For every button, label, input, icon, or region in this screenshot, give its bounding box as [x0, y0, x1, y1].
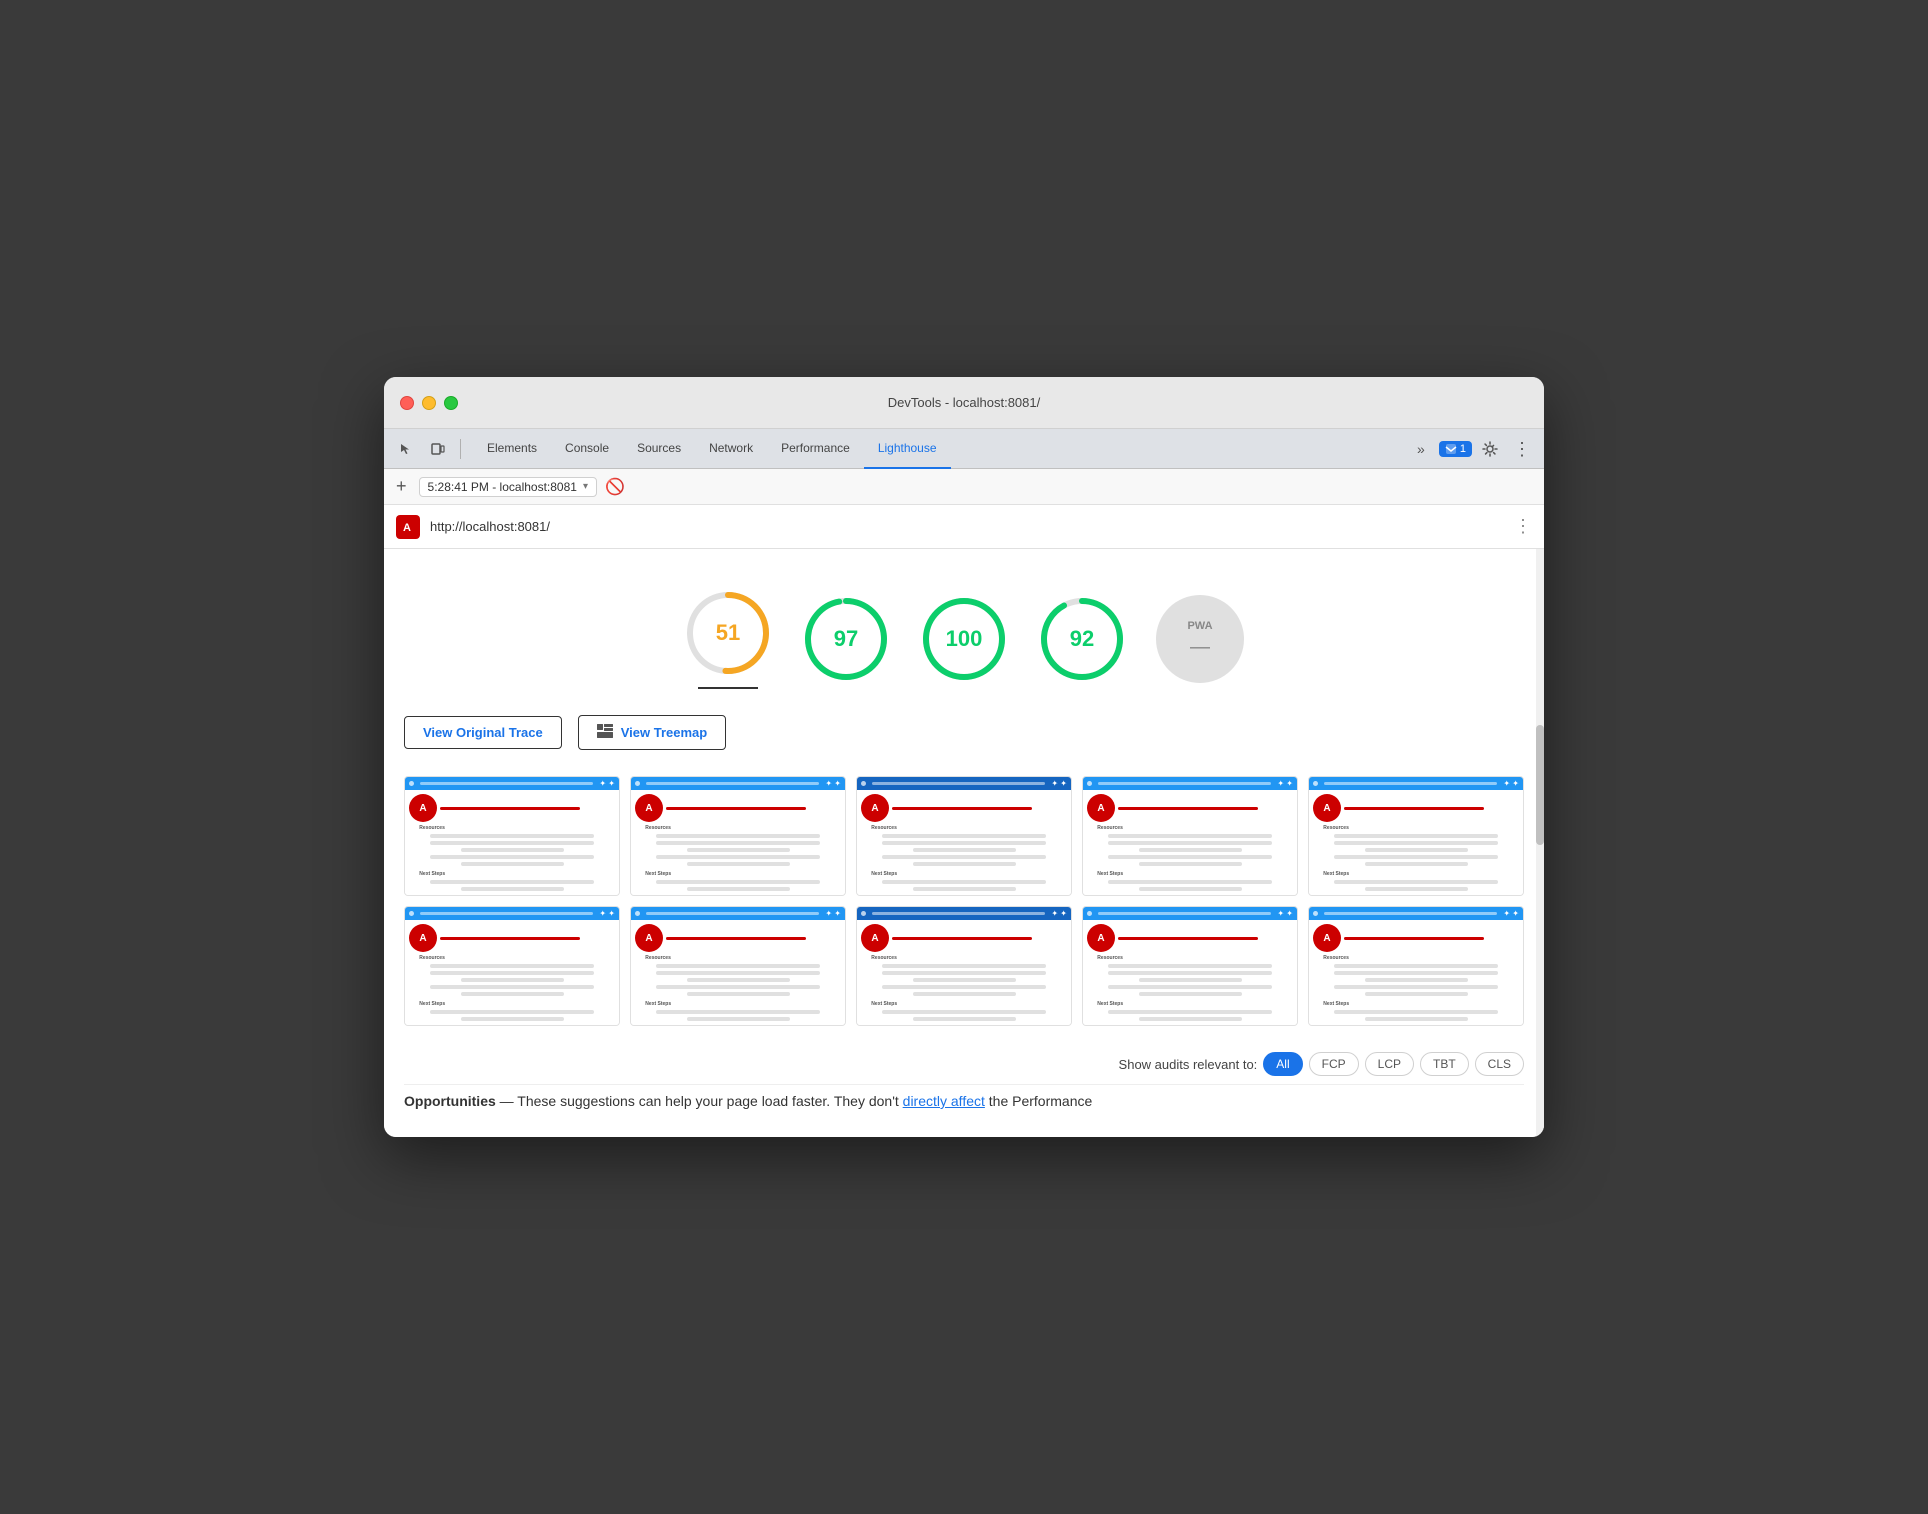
tab-console[interactable]: Console [551, 429, 623, 469]
screenshot-thumb-6: ✦ ✦ A Resources Next Steps [404, 906, 620, 1026]
tab-network[interactable]: Network [695, 429, 767, 469]
url-more-icon[interactable]: ⋮ [1514, 516, 1532, 537]
filter-cls-button[interactable]: CLS [1475, 1052, 1524, 1076]
devtools-tab-bar: Elements Console Sources Network Perform… [384, 429, 1544, 469]
score-pwa: PWA — [1156, 595, 1244, 683]
view-treemap-button[interactable]: View Treemap [578, 715, 726, 750]
notification-badge[interactable]: 1 [1439, 441, 1472, 457]
scores-row: 51 97 [404, 569, 1524, 699]
screenshot-thumb-10: ✦ ✦ A Resources Next Steps [1308, 906, 1524, 1026]
devtools-window: DevTools - localhost:8081/ Elements Cons… [384, 377, 1544, 1137]
add-tab-icon[interactable]: + [392, 476, 411, 497]
score-value-92: 92 [1070, 626, 1094, 652]
filter-all-button[interactable]: All [1263, 1052, 1302, 1076]
score-value-97: 97 [834, 626, 858, 652]
action-buttons-row: View Original Trace View Treemap [404, 699, 1524, 766]
screenshot-thumb-8: ✦ ✦ A Resources Next Steps [856, 906, 1072, 1026]
devtools-secondary-bar: + 5:28:41 PM - localhost:8081 ▾ 🚫 [384, 469, 1544, 505]
pwa-dash: — [1190, 636, 1210, 659]
opportunities-title: Opportunities — These suggestions can he… [404, 1093, 1524, 1109]
view-trace-button[interactable]: View Original Trace [404, 716, 562, 749]
pwa-label: PWA [1187, 620, 1212, 632]
scrollbar-thumb[interactable] [1536, 725, 1544, 845]
tab-lighthouse[interactable]: Lighthouse [864, 429, 951, 469]
device-toggle-icon[interactable] [424, 435, 452, 463]
url-bar: A http://localhost:8081/ ⋮ [384, 505, 1544, 549]
minimize-button[interactable] [422, 396, 436, 410]
close-button[interactable] [400, 396, 414, 410]
settings-icon[interactable] [1476, 435, 1504, 463]
block-icon[interactable]: 🚫 [605, 477, 625, 497]
score-value-100: 100 [946, 626, 983, 652]
score-value-51: 51 [716, 620, 740, 646]
score-circle-92: 92 [1038, 595, 1126, 683]
screenshot-thumb-2: ✦ ✦ A Resources Next Steps [630, 776, 846, 896]
score-seo: 92 [1038, 595, 1126, 683]
tab-elements[interactable]: Elements [473, 429, 551, 469]
url-dropdown-arrow: ▾ [583, 481, 588, 492]
score-underline [698, 687, 758, 689]
more-options-icon[interactable]: ⋮ [1508, 435, 1536, 463]
more-tabs-icon[interactable]: » [1407, 435, 1435, 463]
score-circle-97: 97 [802, 595, 890, 683]
filter-fcp-button[interactable]: FCP [1309, 1052, 1359, 1076]
score-best-practices: 100 [920, 595, 1008, 683]
directly-affect-link[interactable]: directly affect [903, 1093, 985, 1109]
scrollbar-track [1536, 549, 1544, 1137]
pwa-circle: PWA — [1156, 595, 1244, 683]
score-performance: 51 [684, 589, 772, 689]
screenshot-thumb-7: ✦ ✦ A Resources Next Steps [630, 906, 846, 1026]
tab-performance[interactable]: Performance [767, 429, 864, 469]
tab-divider [460, 439, 461, 459]
audits-filter-label: Show audits relevant to: [1119, 1057, 1258, 1072]
site-favicon: A [396, 515, 420, 539]
main-content: 51 97 [384, 549, 1544, 1137]
screenshot-thumb-1: ✦ ✦ A Resources Next Steps [404, 776, 620, 896]
maximize-button[interactable] [444, 396, 458, 410]
score-circle-51: 51 [684, 589, 772, 677]
opportunities-section: Opportunities — These suggestions can he… [404, 1084, 1524, 1117]
svg-text:A: A [403, 522, 411, 534]
screenshot-thumb-4: ✦ ✦ A Resources Next Steps [1082, 776, 1298, 896]
tab-sources[interactable]: Sources [623, 429, 695, 469]
pointer-icon[interactable] [392, 435, 420, 463]
score-accessibility: 97 [802, 595, 890, 683]
tabs-right-actions: » 1 ⋮ [1407, 435, 1536, 463]
window-title: DevTools - localhost:8081/ [888, 395, 1040, 410]
title-bar: DevTools - localhost:8081/ [384, 377, 1544, 429]
score-circle-100: 100 [920, 595, 1008, 683]
screenshot-thumb-3: ✦ ✦ A Resources Next Steps [856, 776, 1072, 896]
filter-lcp-button[interactable]: LCP [1365, 1052, 1414, 1076]
audits-filter-row: Show audits relevant to: All FCP LCP TBT… [404, 1036, 1524, 1084]
traffic-lights [400, 396, 458, 410]
url-selector[interactable]: 5:28:41 PM - localhost:8081 ▾ [419, 477, 597, 497]
filter-tbt-button[interactable]: TBT [1420, 1052, 1469, 1076]
action-icons [392, 435, 465, 463]
screenshots-grid: ✦ ✦ A Resources Next Steps [404, 766, 1524, 1036]
screenshot-thumb-5: ✦ ✦ A Resources Next Steps [1308, 776, 1524, 896]
treemap-icon [597, 724, 613, 741]
page-url: http://localhost:8081/ [430, 519, 1504, 534]
screenshot-thumb-9: ✦ ✦ A Resources Next Steps [1082, 906, 1298, 1026]
